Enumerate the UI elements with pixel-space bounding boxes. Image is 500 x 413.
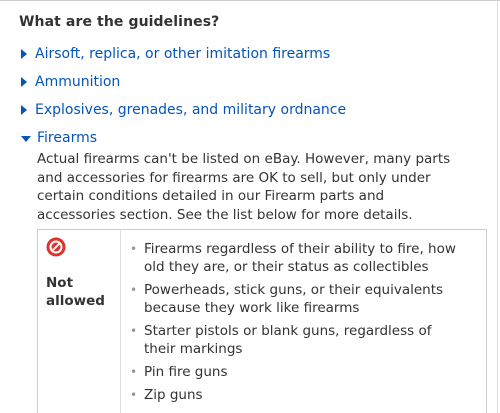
prohibited-icon <box>46 237 66 257</box>
bullet-icon: • <box>130 365 138 379</box>
bullet-icon: • <box>130 324 138 338</box>
list-item-line: because they work like firearms <box>144 300 360 316</box>
list-item: • Zip guns <box>130 386 482 404</box>
bullet-icon: • <box>130 283 138 297</box>
right-divider <box>497 0 498 413</box>
description-line: accessories section. See the list below … <box>37 206 413 223</box>
accordion-item-explosives[interactable]: Explosives, grenades, and military ordna… <box>21 102 346 118</box>
accordion-label[interactable]: Ammunition <box>35 74 120 90</box>
bullet-icon: • <box>130 242 138 256</box>
list-item: • Pin fire guns <box>130 363 482 381</box>
list-item-line: Firearms regardless of their ability to … <box>144 241 456 257</box>
description-line: Actual firearms can't be listed on eBay.… <box>37 151 451 167</box>
description-line: and accessories for firearms are OK to s… <box>37 169 431 186</box>
accordion-label[interactable]: Explosives, grenades, and military ordna… <box>35 102 346 118</box>
status-label-line: allowed <box>46 293 105 309</box>
policy-table: Not allowed • Firearms regardless of the… <box>37 229 487 413</box>
collapse-arrow-icon <box>21 135 31 142</box>
firearms-description: Actual firearms can't be listed on eBay.… <box>37 150 487 224</box>
list-item-line: Zip guns <box>144 387 203 403</box>
expand-arrow-icon <box>21 49 27 59</box>
list-item-line: their markings <box>144 341 243 357</box>
accordion-label[interactable]: Firearms <box>37 130 97 146</box>
expand-arrow-icon <box>21 77 27 87</box>
accordion-item-firearms[interactable]: Firearms <box>21 130 97 146</box>
list-item-line: Powerheads, stick guns, or their equival… <box>144 282 444 298</box>
list-item: • Firearms regardless of their ability t… <box>130 240 482 276</box>
description-line: certain conditions detailed in our Firea… <box>37 188 385 204</box>
expand-arrow-icon <box>21 105 27 115</box>
page: What are the guidelines? Airsoft, replic… <box>0 0 500 413</box>
list-item-line: Pin fire guns <box>144 364 228 380</box>
top-divider <box>0 0 500 1</box>
accordion-label[interactable]: Airsoft, replica, or other imitation fir… <box>35 46 330 62</box>
status-label-line: Not <box>46 275 74 291</box>
section-heading: What are the guidelines? <box>19 14 220 30</box>
list-item: • Starter pistols or blank guns, regardl… <box>130 322 482 358</box>
status-label: Not allowed <box>46 274 116 310</box>
accordion-item-ammunition[interactable]: Ammunition <box>21 74 120 90</box>
status-cell: Not allowed <box>38 230 121 413</box>
accordion-item-airsoft[interactable]: Airsoft, replica, or other imitation fir… <box>21 46 330 62</box>
list-item-line: old they are, or their status as collect… <box>144 259 429 275</box>
not-allowed-list: • Firearms regardless of their ability t… <box>130 240 482 409</box>
bullet-icon: • <box>130 388 138 402</box>
list-item-line: Starter pistols or blank guns, regardles… <box>144 323 432 339</box>
list-item: • Powerheads, stick guns, or their equiv… <box>130 281 482 317</box>
